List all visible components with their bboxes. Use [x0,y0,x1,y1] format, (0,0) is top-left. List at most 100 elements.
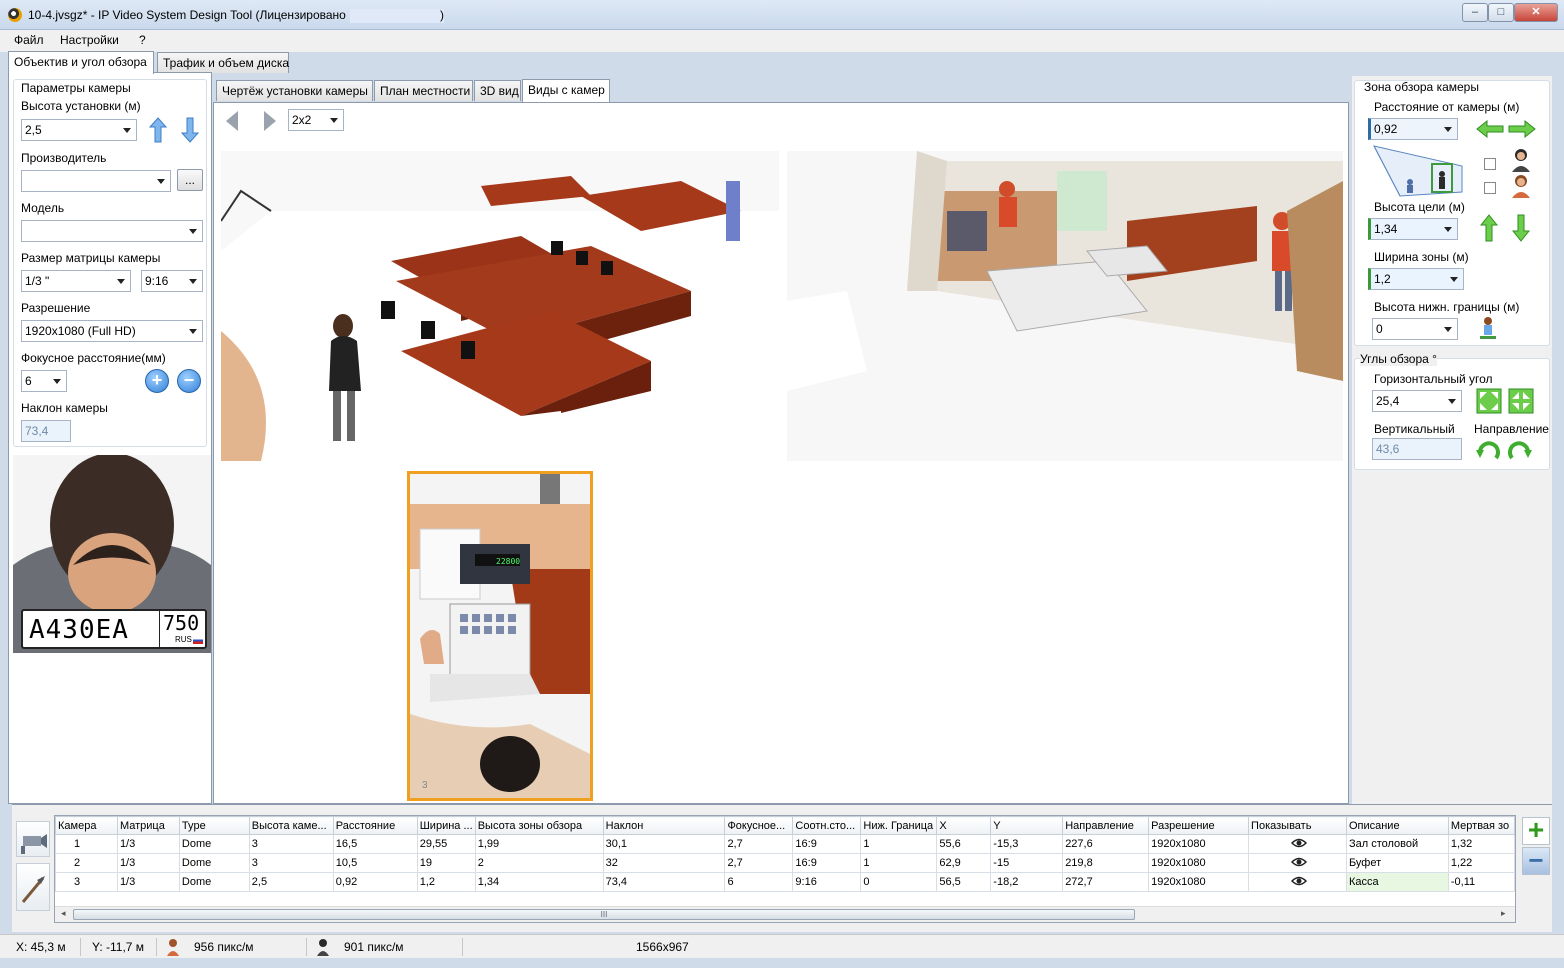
visibility-cell[interactable] [1248,853,1347,873]
camera-view-1[interactable] [221,151,779,461]
table-row[interactable]: 2 1/3 Dome 3 10,5 19 2 32 2,7 16:9 1 62,9 -15 219,8 19… [55,853,1515,873]
table-cell: 1/3 [116,834,180,854]
column-header[interactable]: Камера [55,816,118,835]
next-arrow-icon[interactable] [262,109,278,133]
zone-width-combo[interactable]: 1,2 [1368,268,1464,290]
register-display: 22800 [496,557,520,566]
window-title-end: ) [440,8,444,22]
table-cell: 1 [55,834,118,854]
menu-settings[interactable]: Настройки [60,33,119,47]
scroll-right-icon[interactable]: ▸ [1501,908,1506,919]
column-header[interactable]: Ширина ... [416,816,476,835]
height-combo[interactable]: 2,5 [21,119,137,141]
column-header[interactable]: Высота каме... [248,816,334,835]
eye-icon[interactable] [1290,856,1307,868]
column-header[interactable]: Матрица [116,816,180,835]
column-header[interactable]: Type [178,816,250,835]
camera-view-3[interactable]: 22800 3 [407,471,593,801]
table-cell: 1/3 [116,853,180,873]
menu-file[interactable]: Файл [14,33,44,47]
column-header[interactable]: Разрешение [1148,816,1250,835]
browse-button[interactable]: ... [177,169,203,191]
column-header[interactable]: Ниж. Граница [860,816,938,835]
layout-combo[interactable]: 2x2 [288,109,344,131]
minimize-button[interactable]: ‒ [1462,3,1488,22]
tab-camera-views[interactable]: Виды с камер [522,79,610,102]
prev-arrow-icon[interactable] [224,109,240,133]
close-button[interactable]: ✕ [1514,3,1558,22]
camera-view-2[interactable] [787,151,1343,461]
table-cell: -0,11 [1447,872,1515,892]
target-up-icon[interactable] [1480,214,1498,242]
column-header[interactable]: Описание [1345,816,1449,835]
camera-views-panel: 2x2 22800 3 [213,102,1349,804]
model-combo[interactable] [21,220,203,242]
rotate-left-icon[interactable] [1476,438,1500,462]
table-cell: 16:9 [792,834,862,854]
add-camera-button[interactable]: + [1522,816,1550,845]
column-header[interactable]: Расстояние [332,816,418,835]
table-cell: 272,7 [1062,872,1150,892]
table-cell[interactable]: Касса [1345,872,1449,892]
table-cell[interactable]: Буфет [1345,853,1449,873]
table-cell: 1,32 [1447,834,1515,854]
table-cell: 2,7 [724,834,794,854]
status-size: 1566x967 [636,940,689,954]
lower-bound-combo[interactable]: 0 [1372,318,1458,340]
measure-tool-icon[interactable] [16,863,50,911]
table-cell[interactable]: Зал столовой [1345,834,1449,854]
female-checkbox[interactable] [1484,182,1496,194]
zoom-in-icon[interactable]: + [145,369,169,393]
table-row[interactable]: 3 1/3 Dome 2,5 0,92 1,2 1,34 73,4 6 9:16 0 56,5 -18,… [55,872,1515,892]
zoom-out-icon[interactable]: − [177,369,201,393]
column-header[interactable]: Соотн.сто... [792,816,862,835]
staff-figure [999,181,1017,227]
arrow-right-icon[interactable] [1508,120,1536,138]
horizontal-combo[interactable]: 25,4 [1372,390,1462,412]
column-header[interactable]: X [936,816,992,835]
distance-combo[interactable]: 0,92 [1368,118,1458,140]
aspect-combo[interactable]: 9:16 [141,270,203,292]
horizontal-scrollbar[interactable]: ◂ III ▸ [55,906,1515,922]
menu-help[interactable]: ? [139,33,146,47]
table-row[interactable]: 1 1/3 Dome 3 16,5 29,55 1,99 30,1 2,7 16:9 1 55,6 -1… [55,834,1515,854]
arrow-down-icon[interactable] [181,117,199,143]
manufacturer-combo[interactable] [21,170,171,192]
column-header[interactable]: Направление [1062,816,1150,835]
column-header[interactable]: Показывать [1248,816,1347,835]
rotate-right-icon[interactable] [1508,438,1532,462]
column-header[interactable]: Мертвая зо [1447,816,1515,835]
collapse-icon[interactable] [1508,388,1534,414]
tab-3d-view[interactable]: 3D вид [474,80,521,101]
table-cell: 1 [860,853,938,873]
arrow-left-icon[interactable] [1476,120,1504,138]
visibility-cell[interactable] [1248,834,1347,854]
male-person-icon [1512,149,1530,172]
maximize-button[interactable]: □ [1488,3,1514,22]
tab-lens-angle[interactable]: Объектив и угол обзора [8,51,154,74]
focal-combo[interactable]: 6 [21,370,67,392]
table-cell: 1,22 [1447,853,1515,873]
column-header[interactable]: Высота зоны обзора [474,816,604,835]
arrow-up-icon[interactable] [149,117,167,143]
camera-list-icon[interactable] [16,821,50,857]
eye-icon[interactable] [1290,837,1307,849]
matrix-combo[interactable]: 1/3 " [21,270,131,292]
tab-site-plan[interactable]: План местности [374,80,473,101]
visibility-cell[interactable] [1248,872,1347,892]
column-header[interactable]: Y [990,816,1064,835]
scroll-left-icon[interactable]: ◂ [61,908,66,919]
column-header[interactable]: Фокусное... [724,816,794,835]
target-height-combo[interactable]: 1,34 [1368,218,1458,240]
scroll-thumb[interactable]: III [73,909,1135,920]
expand-icon[interactable] [1476,388,1502,414]
tab-traffic-disk[interactable]: Трафик и объем диска [157,52,289,73]
tilt-field: 73,4 [21,420,71,442]
resolution-combo[interactable]: 1920x1080 (Full HD) [21,320,203,342]
tab-camera-drawing[interactable]: Чертёж установки камеры [216,80,373,101]
eye-icon[interactable] [1290,875,1307,887]
remove-camera-button[interactable]: − [1522,847,1550,875]
male-checkbox[interactable] [1484,158,1496,170]
target-down-icon[interactable] [1512,214,1530,242]
column-header[interactable]: Наклон [602,816,726,835]
